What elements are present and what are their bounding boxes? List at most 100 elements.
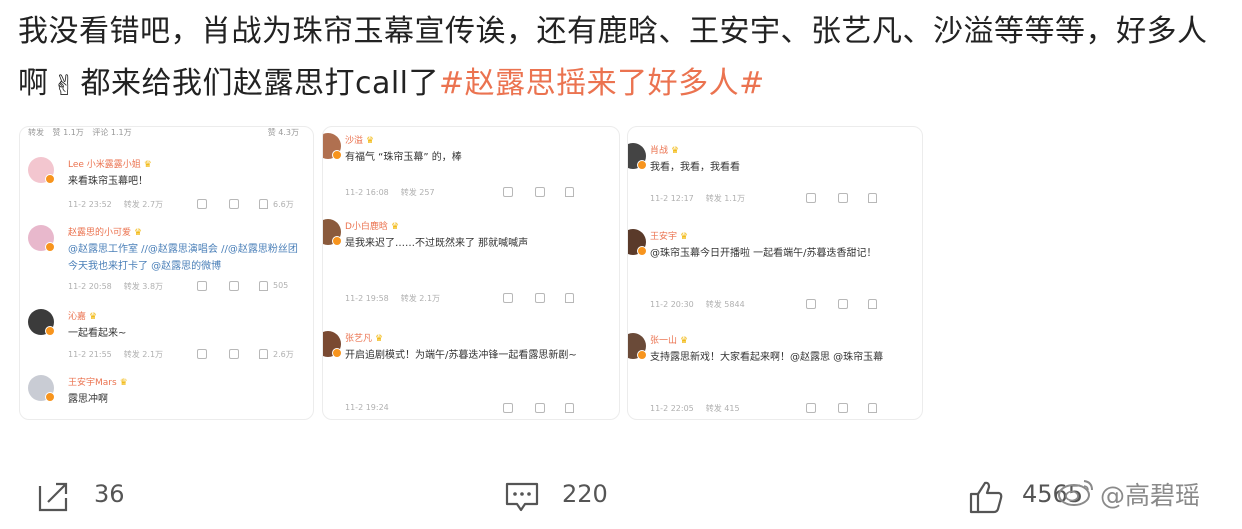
comment-icon[interactable] (535, 403, 545, 413)
like-icon[interactable] (565, 403, 574, 413)
comment-text: 一起看起来~ (68, 328, 127, 339)
comment-button[interactable]: 220 (505, 470, 645, 520)
screenshot-thumbnail-1[interactable]: 转发 赞 1.1万 评论 1.1万 赞 4.3万 Lee 小米露露小姐 ♛ 来看珠… (19, 126, 314, 420)
comment-icon[interactable] (535, 293, 545, 303)
topic-link[interactable]: #赵露思摇来了好多人# (439, 66, 765, 101)
comment-item: 肖战 ♛ 我看，我看，我看看 11-2 12:17 转发 1.1万 (628, 143, 922, 213)
comment-text: 是我来迟了……不过既然来了 那就喊喊声 (345, 238, 529, 249)
comment-item: 王安宇Mars ♛ 露思冲啊 (20, 375, 313, 415)
commenter-name: 肖战 ♛ (650, 146, 680, 156)
comment-actions (806, 299, 912, 311)
comment-text: 支持露思新戏！大家看起来啊！@赵露思 @珠帘玉幕 (650, 352, 884, 363)
commenter-name: 沁嘉 ♛ (68, 312, 98, 322)
comment-item: 沁嘉 ♛ 一起看起来~ 11-2 21:55 转发 2.1万 2.6万 (20, 309, 313, 369)
comment-meta: 11-2 12:17 转发 1.1万 (650, 194, 746, 203)
comment-item: 王安宇 ♛ @珠帘玉幕今日开播啦 一起看端午/苏暮迭香甜记！ 11-2 20:30… (628, 229, 922, 315)
share-button[interactable]: 36 (36, 470, 156, 520)
comment-icon[interactable] (229, 281, 239, 291)
comment-meta: 11-2 19:24 (345, 403, 389, 412)
thumb-header-likes: 赞 4.3万 (267, 128, 299, 137)
share-icon[interactable] (197, 199, 207, 209)
commenter-name: 赵露思的小可爱 ♛ (68, 228, 143, 238)
comment-count: 220 (562, 480, 608, 508)
share-icon (36, 480, 70, 518)
victory-hand-icon: ✌ (52, 69, 77, 102)
like-icon[interactable] (565, 293, 574, 303)
comment-icon[interactable] (535, 187, 545, 197)
comment-meta: 11-2 23:52 转发 2.7万 (68, 200, 164, 209)
share-icon[interactable] (806, 403, 816, 413)
comment-item: Lee 小米露露小姐 ♛ 来看珠帘玉幕吧！ 11-2 23:52 转发 2.7万 6… (20, 157, 313, 219)
thumb-header-tab: 转发 (28, 128, 44, 137)
comment-item: D小白鹿晗 ♛ 是我来迟了……不过既然来了 那就喊喊声 11-2 19:58 转发 … (323, 219, 619, 311)
comment-actions (503, 403, 609, 415)
avatar (28, 225, 55, 252)
comment-text: 来看珠帘玉幕吧！ (68, 176, 148, 187)
comment-actions (503, 187, 609, 199)
share-icon[interactable] (503, 403, 513, 413)
avatar (28, 375, 55, 402)
comment-text: 开启追剧模式！为端午/苏暮迭冲锋一起看露思新剧~ (345, 350, 577, 361)
comment-text: @珠帘玉幕今日开播啦 一起看端午/苏暮迭香甜记！ (650, 248, 877, 259)
comment-item: 赵露思的小可爱 ♛ @赵露思工作室 //@赵露思演唱会 //@赵露思粉丝团 今天我… (20, 225, 313, 301)
comment-icon[interactable] (838, 403, 848, 413)
avatar (28, 309, 55, 336)
comment-actions: 505 (197, 281, 303, 293)
like-icon[interactable] (868, 403, 877, 413)
like-icon[interactable] (259, 281, 268, 291)
commenter-name: Lee 小米露露小姐 ♛ (68, 160, 152, 170)
avatar (323, 219, 342, 246)
avatar (628, 333, 647, 360)
comment-meta: 11-2 16:08 转发 257 (345, 188, 435, 197)
share-icon[interactable] (197, 281, 207, 291)
comment-icon[interactable] (838, 193, 848, 203)
share-icon[interactable] (197, 349, 207, 359)
share-icon[interactable] (503, 293, 513, 303)
comment-meta: 11-2 20:30 转发 5844 (650, 300, 745, 309)
comment-icon (505, 480, 539, 518)
thumb-header-tab: 赞 1.1万 (52, 128, 84, 137)
share-icon[interactable] (806, 193, 816, 203)
comment-text: @赵露思工作室 //@赵露思演唱会 //@赵露思粉丝团 今天我也来打卡了 @赵露… (68, 244, 298, 272)
avatar (628, 229, 647, 256)
avatar (323, 133, 342, 160)
commenter-name: 王安宇Mars ♛ (68, 378, 128, 388)
comment-icon[interactable] (838, 299, 848, 309)
like-icon[interactable] (565, 187, 574, 197)
comment-meta: 11-2 19:58 转发 2.1万 (345, 294, 441, 303)
comment-meta: 11-2 20:58 转发 3.8万 (68, 282, 164, 291)
like-icon[interactable] (259, 199, 268, 209)
share-icon[interactable] (806, 299, 816, 309)
like-icon[interactable] (259, 349, 268, 359)
commenter-name: 王安宇 ♛ (650, 232, 689, 242)
like-icon[interactable] (868, 193, 877, 203)
thumb-header: 转发 赞 1.1万 评论 1.1万 赞 4.3万 (20, 127, 313, 141)
avatar (28, 157, 55, 184)
post-text-continued: 都来给我们赵露思打call了 (80, 66, 440, 101)
comment-actions: 6.6万 (197, 199, 303, 211)
share-icon[interactable] (503, 187, 513, 197)
watermark: @高碧瑶 (1056, 476, 1200, 513)
post-text: 我没看错吧，肖战为珠帘玉幕宣传诶，还有鹿晗、王安宇、张艺凡、沙溢等等等，好多人啊… (18, 6, 1228, 112)
comment-item: 沙溢 ♛ 有福气 “珠帘玉幕” 的，棒 11-2 16:08 转发 257 (323, 133, 619, 207)
like-icon (968, 480, 1004, 520)
avatar (323, 331, 342, 358)
commenter-name: 张艺凡 ♛ (345, 334, 384, 344)
comment-actions (806, 403, 912, 415)
screenshot-thumbnail-2[interactable]: 沙溢 ♛ 有福气 “珠帘玉幕” 的，棒 11-2 16:08 转发 257 D小白鹿… (322, 126, 620, 420)
weibo-logo-icon (1056, 477, 1096, 513)
comment-item: 张一山 ♛ 支持露思新戏！大家看起来啊！@赵露思 @珠帘玉幕 11-2 22:05… (628, 333, 922, 417)
like-icon[interactable] (868, 299, 877, 309)
watermark-text: @高碧瑶 (1100, 481, 1201, 510)
commenter-name: D小白鹿晗 ♛ (345, 222, 400, 232)
comment-item: 张艺凡 ♛ 开启追剧模式！为端午/苏暮迭冲锋一起看露思新剧~ 11-2 19:24 (323, 331, 619, 417)
comment-actions (806, 193, 912, 205)
comment-actions (503, 293, 609, 305)
avatar (628, 143, 647, 170)
comment-icon[interactable] (229, 199, 239, 209)
comment-text: 我看，我看，我看看 (650, 162, 740, 173)
comment-icon[interactable] (229, 349, 239, 359)
screenshot-thumbnail-3[interactable]: 肖战 ♛ 我看，我看，我看看 11-2 12:17 转发 1.1万 王安宇 ♛ @珠帘… (627, 126, 923, 420)
commenter-name: 沙溢 ♛ (345, 136, 375, 146)
thumb-header-tab: 评论 1.1万 (92, 128, 132, 137)
